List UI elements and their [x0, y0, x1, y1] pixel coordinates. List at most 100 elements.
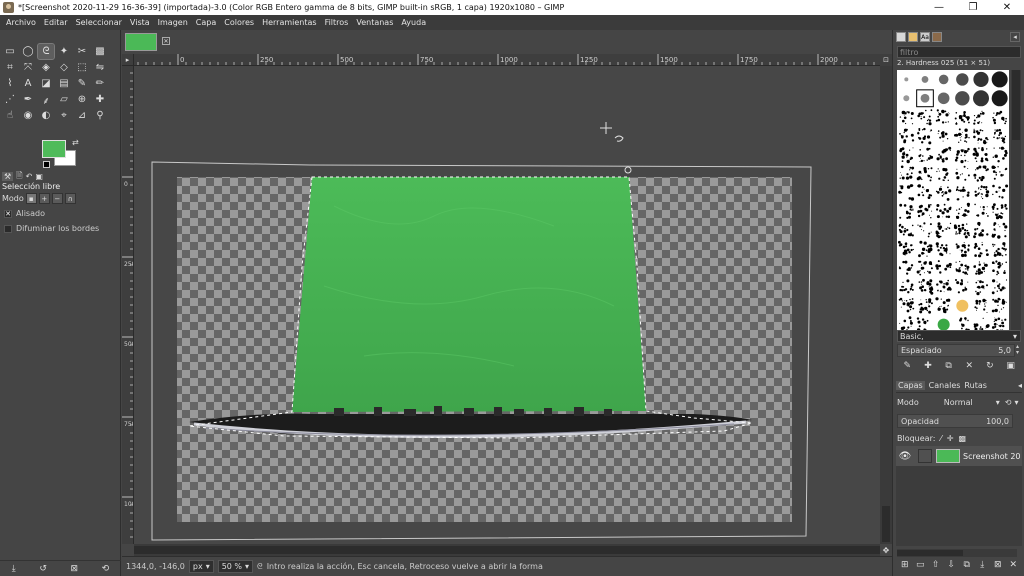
tab-channels[interactable]: Canales	[929, 381, 961, 390]
cage-icon[interactable]: ◇	[56, 60, 72, 75]
brush-preview[interactable]	[991, 260, 1007, 276]
dock-menu-icon[interactable]: ◂	[1010, 32, 1020, 42]
brush-preview[interactable]	[921, 76, 929, 83]
default-colors-icon[interactable]	[43, 161, 50, 168]
gradient-icon[interactable]: ▤	[56, 76, 72, 91]
layer-name[interactable]: Screenshot 20	[963, 452, 1021, 461]
antialias-checkbox[interactable]: ✕	[4, 209, 12, 218]
brush-preview[interactable]	[899, 128, 915, 144]
brush-preview[interactable]	[898, 240, 914, 256]
open-brush-image-icon[interactable]: ▣	[1003, 361, 1019, 371]
image-tab-thumbnail[interactable]	[125, 33, 157, 51]
layer-list-scrollbar[interactable]	[897, 549, 1017, 557]
spacing-slider[interactable]: Espaciado 5,0	[897, 344, 1015, 357]
tab-paths[interactable]: Rutas	[964, 381, 986, 390]
brush-preview[interactable]	[955, 186, 970, 201]
brush-preview[interactable]	[918, 147, 934, 163]
refresh-brushes-icon[interactable]: ↻	[982, 361, 998, 371]
brush-preview[interactable]	[918, 278, 934, 295]
unit-select[interactable]: px ▾	[188, 560, 214, 573]
brush-preview[interactable]	[973, 128, 989, 145]
layer-row[interactable]: 👁 Screenshot 20	[896, 446, 1022, 466]
image-tab-close-icon[interactable]: ✕	[162, 37, 170, 45]
dodge-burn-icon[interactable]: ◐	[38, 108, 54, 123]
vertical-ruler[interactable]: 0 250 500 750 1000	[122, 66, 134, 544]
vertical-scroll-thumb[interactable]	[882, 506, 890, 542]
brush-preview[interactable]	[975, 280, 988, 296]
menu-filtros[interactable]: Filtros	[321, 18, 353, 27]
color-picker-icon[interactable]: ⌖	[56, 108, 72, 123]
anchor-layer-icon[interactable]: ⤓	[975, 560, 991, 570]
brush-preview[interactable]	[992, 242, 1007, 257]
brush-preview[interactable]	[899, 279, 914, 294]
brush-preview[interactable]	[937, 92, 950, 105]
menu-vista[interactable]: Vista	[126, 18, 154, 27]
fuzzy-select-icon[interactable]: ✦	[56, 44, 72, 59]
brush-preview[interactable]	[917, 204, 933, 219]
brush-preview[interactable]	[974, 203, 989, 217]
reset-options-icon[interactable]: ⟲	[102, 564, 110, 574]
brushes-tab-icon[interactable]	[896, 32, 906, 42]
free-select-icon[interactable]: ᘓ	[37, 43, 55, 60]
menu-ayuda[interactable]: Ayuda	[397, 18, 430, 27]
brush-preview[interactable]	[899, 147, 914, 164]
brush-preview[interactable]	[953, 223, 970, 239]
brush-preview[interactable]	[991, 203, 1008, 220]
brush-preview[interactable]	[955, 91, 970, 106]
close-button[interactable]: ✕	[990, 0, 1024, 15]
delete-brush-icon[interactable]: ✕	[961, 361, 977, 371]
rect-select-icon[interactable]: ▭	[2, 44, 18, 59]
unified-transform-icon[interactable]: ⤧	[20, 60, 36, 75]
brush-preview[interactable]	[917, 109, 933, 126]
navigate-icon[interactable]: ✥	[880, 544, 892, 556]
heal-icon[interactable]: ✚	[92, 92, 108, 107]
brush-preview[interactable]	[935, 242, 951, 257]
brush-tag-field[interactable]: Basic, ▾	[897, 330, 1021, 342]
canvas-vertical-scrollbar[interactable]	[880, 66, 892, 544]
brush-preview[interactable]	[954, 111, 970, 125]
pencil-icon[interactable]: ✏	[92, 76, 108, 91]
brush-preview[interactable]	[935, 186, 952, 201]
menu-editar[interactable]: Editar	[40, 18, 72, 27]
patterns-tab-icon[interactable]	[908, 32, 918, 42]
brush-preview[interactable]	[903, 95, 910, 102]
zoom-fit-toggle[interactable]: ⊡	[880, 54, 892, 66]
bucket-fill-icon[interactable]: ◪	[38, 76, 54, 91]
brush-preview[interactable]	[992, 184, 1009, 199]
brush-preview[interactable]	[938, 74, 949, 85]
brush-preview[interactable]	[917, 184, 933, 199]
crop-icon[interactable]: ⌗	[2, 60, 18, 75]
brush-preview[interactable]	[935, 222, 952, 239]
brush-preview[interactable]	[898, 260, 914, 275]
brush-scrollbar[interactable]	[1011, 70, 1021, 334]
layer-list[interactable]: 👁 Screenshot 20	[896, 446, 1022, 546]
menu-ventanas[interactable]: Ventanas	[352, 18, 397, 27]
image-canvas[interactable]	[134, 66, 880, 544]
layer-link-toggle[interactable]	[918, 449, 932, 463]
brush-preview[interactable]	[956, 299, 969, 312]
layer-list-scroll-thumb[interactable]	[897, 550, 963, 556]
layers-dock-menu-icon[interactable]: ◂	[1018, 381, 1022, 390]
document-history-tab-icon[interactable]	[932, 32, 942, 42]
images-tab-icon[interactable]: ▣	[35, 172, 43, 181]
brush-preview[interactable]	[973, 241, 989, 258]
menu-herramientas[interactable]: Herramientas	[258, 18, 321, 27]
brush-preview[interactable]	[973, 71, 989, 88]
brush-preview[interactable]	[918, 240, 933, 258]
lower-layer-icon[interactable]: ⇩	[944, 560, 960, 570]
spacing-spin-icon[interactable]: ▴ ▾	[1016, 344, 1019, 356]
menu-imagen[interactable]: Imagen	[154, 18, 192, 27]
handle-transform-icon[interactable]: ⬚	[74, 60, 90, 75]
brush-preview[interactable]	[992, 110, 1007, 125]
new-layer-group-icon[interactable]: ▭	[913, 560, 929, 570]
foreground-select-icon[interactable]: ▩	[92, 44, 108, 59]
selection-handle[interactable]	[624, 166, 632, 174]
lock-position-icon[interactable]: ✛	[947, 434, 954, 443]
measure-icon[interactable]: ⊿	[74, 108, 90, 123]
brush-scroll-thumb[interactable]	[1012, 70, 1020, 140]
brush-preview[interactable]	[916, 167, 933, 182]
brush-preview[interactable]	[935, 260, 952, 274]
visibility-eye-icon[interactable]: 👁	[896, 451, 914, 462]
brush-preview[interactable]	[993, 128, 1007, 144]
horizontal-ruler[interactable]: 0 250 500 750 1000 1250 1500 1750 2000	[134, 54, 880, 66]
